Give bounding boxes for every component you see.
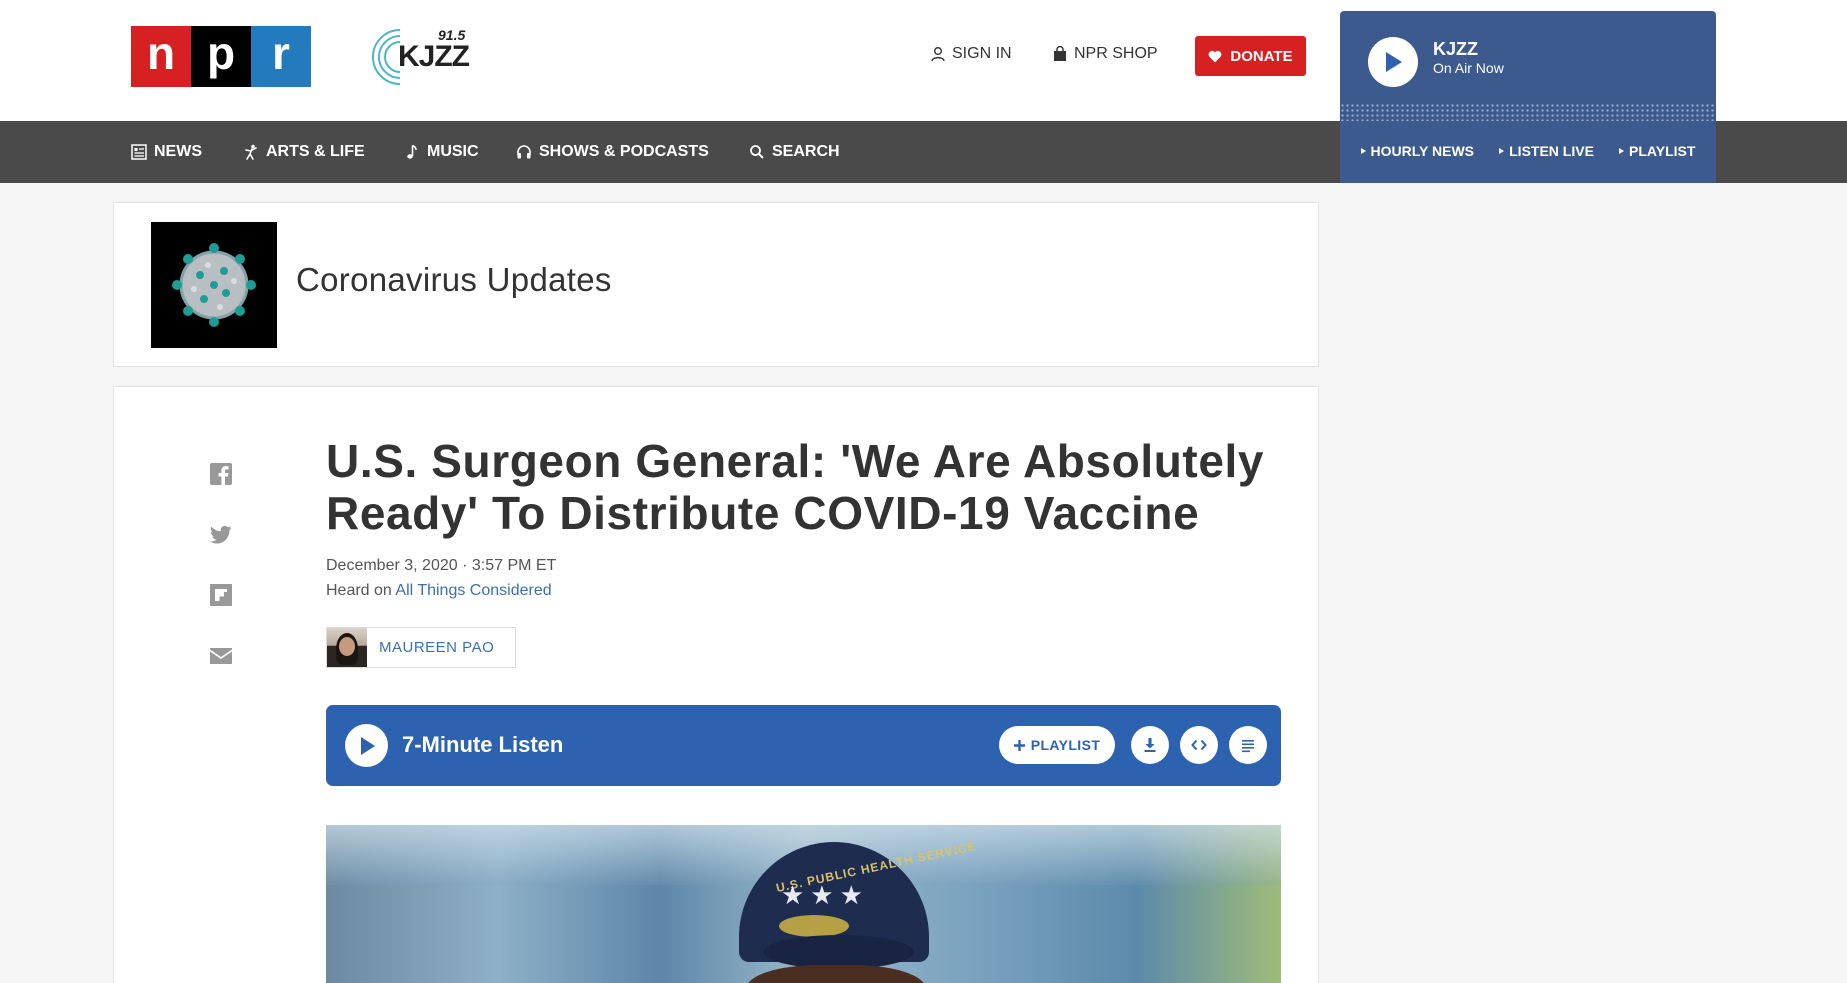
download-button[interactable] bbox=[1131, 726, 1169, 764]
sign-in-label: SIGN IN bbox=[952, 45, 1012, 62]
transcript-lines-icon bbox=[1242, 740, 1254, 753]
player-status: On Air Now bbox=[1433, 60, 1504, 76]
npr-logo-p: p bbox=[191, 26, 251, 87]
series-card: Coronavirus Updates bbox=[113, 202, 1319, 367]
live-play-button[interactable] bbox=[1368, 37, 1418, 87]
article-dateline: December 3, 2020 · 3:57 PM ET bbox=[326, 557, 557, 574]
headphones-icon bbox=[517, 145, 531, 159]
nav-label-news: NEWS bbox=[154, 143, 202, 160]
show-link[interactable]: All Things Considered bbox=[395, 582, 551, 599]
station-name: KJZZ bbox=[398, 40, 470, 73]
share-facebook-button[interactable] bbox=[209, 462, 233, 486]
donate-label: DONATE bbox=[1230, 47, 1293, 65]
audio-player: 7-Minute Listen PLAYLIST bbox=[326, 705, 1281, 786]
share-email-button[interactable] bbox=[209, 644, 233, 668]
npr-logo-n: n bbox=[131, 26, 191, 87]
live-player: KJZZ On Air Now HOURLY NEWS LISTEN LIVE … bbox=[1340, 11, 1716, 183]
coronavirus-icon bbox=[172, 243, 256, 327]
nav-label-shows-podcasts: SHOWS & PODCASTS bbox=[539, 143, 709, 160]
nav-item-arts-life[interactable]: ARTS & LIFE bbox=[243, 143, 365, 161]
article-card: U.S. Surgeon General: 'We Are Absolutely… bbox=[113, 386, 1319, 983]
player-links: HOURLY NEWS LISTEN LIVE PLAYLIST bbox=[1340, 143, 1716, 159]
cap-leaf-emblem bbox=[779, 915, 849, 937]
download-icon bbox=[1144, 738, 1156, 752]
playlist-button-label: PLAYLIST bbox=[1030, 737, 1101, 753]
cap-brim bbox=[764, 935, 914, 969]
transcript-button[interactable] bbox=[1229, 726, 1267, 764]
nav-label-music: MUSIC bbox=[427, 143, 479, 160]
audio-waveform-decoration bbox=[1340, 103, 1716, 121]
author-byline[interactable]: MAUREEN PAO bbox=[326, 627, 516, 668]
sign-in-link[interactable]: SIGN IN bbox=[930, 45, 1012, 63]
station-logo[interactable]: 91.5 KJZZ bbox=[370, 22, 480, 88]
author-name: MAUREEN PAO bbox=[379, 639, 495, 656]
playlist-link[interactable]: PLAYLIST bbox=[1619, 143, 1695, 159]
heard-on: Heard on All Things Considered bbox=[326, 582, 552, 600]
listen-live-label: LISTEN LIVE bbox=[1509, 143, 1594, 159]
npr-logo-r: r bbox=[251, 26, 311, 87]
series-image[interactable] bbox=[151, 222, 277, 348]
listen-live-link[interactable]: LISTEN LIVE bbox=[1499, 143, 1594, 159]
email-icon bbox=[210, 648, 232, 664]
heart-icon bbox=[1208, 50, 1222, 62]
plus-icon bbox=[1013, 739, 1025, 751]
triangle-right-icon bbox=[1360, 148, 1366, 154]
audio-play-button[interactable] bbox=[345, 724, 388, 767]
npr-shop-link[interactable]: NPR SHOP bbox=[1052, 45, 1158, 63]
hourly-news-link[interactable]: HOURLY NEWS bbox=[1360, 143, 1475, 159]
play-icon bbox=[1386, 52, 1402, 72]
npr-logo[interactable]: n p r bbox=[131, 26, 311, 87]
npr-shop-label: NPR SHOP bbox=[1074, 45, 1158, 62]
cap-stars: ★★★ bbox=[781, 880, 869, 910]
article-hero-image[interactable]: U.S. PUBLIC HEALTH SERVICE ★★★ bbox=[326, 825, 1281, 983]
newspaper-icon bbox=[131, 144, 147, 160]
search-icon bbox=[750, 145, 764, 159]
series-title[interactable]: Coronavirus Updates bbox=[296, 261, 612, 299]
nav-label-arts-life: ARTS & LIFE bbox=[266, 143, 365, 160]
hourly-news-label: HOURLY NEWS bbox=[1370, 143, 1475, 159]
article-headline: U.S. Surgeon General: 'We Are Absolutely… bbox=[326, 435, 1265, 539]
author-avatar bbox=[327, 628, 367, 667]
person-face bbox=[746, 965, 926, 983]
flipboard-icon bbox=[210, 584, 232, 606]
nav-item-search[interactable]: SEARCH bbox=[749, 143, 840, 161]
code-embed-icon bbox=[1191, 739, 1207, 751]
nav-label-search: SEARCH bbox=[772, 143, 840, 160]
nav-item-music[interactable]: MUSIC bbox=[404, 143, 479, 161]
dancer-icon bbox=[245, 144, 257, 160]
nav-item-news[interactable]: NEWS bbox=[131, 143, 202, 161]
user-icon bbox=[931, 47, 945, 62]
share-twitter-button[interactable] bbox=[209, 523, 233, 547]
triangle-right-icon bbox=[1619, 148, 1625, 154]
nav-item-shows-podcasts[interactable]: SHOWS & PODCASTS bbox=[516, 143, 709, 161]
music-note-icon bbox=[407, 144, 417, 159]
heard-on-prefix: Heard on bbox=[326, 582, 396, 599]
audio-duration-title: 7-Minute Listen bbox=[402, 732, 564, 757]
share-flipboard-button[interactable] bbox=[209, 583, 233, 607]
add-to-playlist-button[interactable]: PLAYLIST bbox=[999, 726, 1115, 764]
facebook-icon bbox=[210, 463, 232, 485]
player-station-name: KJZZ bbox=[1433, 39, 1478, 59]
shopping-bag-icon bbox=[1054, 46, 1066, 61]
twitter-icon bbox=[210, 525, 232, 544]
donate-button[interactable]: DONATE bbox=[1195, 36, 1306, 76]
play-icon bbox=[360, 736, 375, 755]
playlist-label: PLAYLIST bbox=[1629, 143, 1696, 159]
triangle-right-icon bbox=[1499, 148, 1505, 154]
embed-button[interactable] bbox=[1180, 726, 1218, 764]
